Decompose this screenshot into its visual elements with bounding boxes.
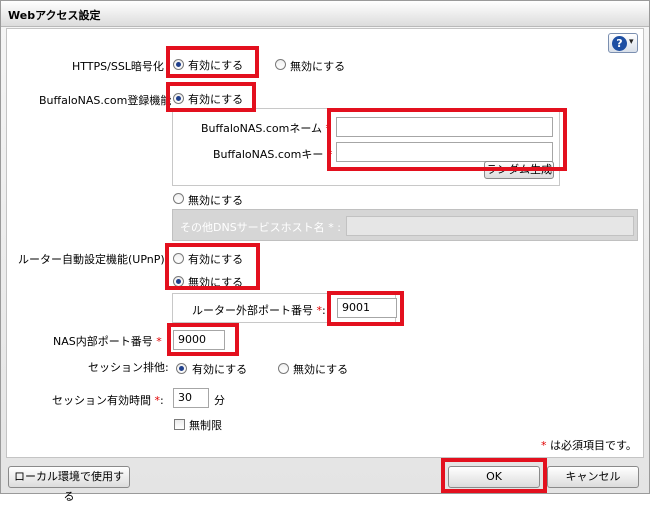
https-label: HTTPS/SSL暗号化 bbox=[72, 60, 164, 73]
nas-port-label: NAS内部ポート番号 * bbox=[53, 335, 162, 348]
titlebar: Webアクセス設定 bbox=[1, 1, 649, 27]
buffalonas-label: BuffaloNAS.com登録機能 bbox=[39, 94, 172, 107]
unlimited-checkbox[interactable] bbox=[174, 419, 185, 430]
external-port-input[interactable]: 9001 bbox=[337, 298, 397, 318]
external-port-label: ルーター外部ポート番号 *: bbox=[192, 304, 326, 317]
upnp-label: ルーター自動設定機能(UPnP) bbox=[18, 253, 165, 266]
other-dns-input[interactable] bbox=[346, 216, 634, 236]
random-key-button[interactable]: ランダム生成 bbox=[484, 161, 554, 179]
dialog-title: Webアクセス設定 bbox=[8, 9, 101, 22]
buffalonas-enable-label[interactable]: 有効にする bbox=[188, 91, 243, 107]
https-disable-label[interactable]: 無効にする bbox=[290, 58, 345, 74]
buffalonas-name-input[interactable] bbox=[336, 117, 553, 137]
cancel-button[interactable]: キャンセル bbox=[547, 466, 639, 488]
upnp-enable-radio[interactable] bbox=[173, 253, 184, 264]
chevron-down-icon: ▾ bbox=[629, 37, 634, 47]
help-menu-button[interactable]: ? ▾ bbox=[608, 33, 638, 53]
upnp-enable-label[interactable]: 有効にする bbox=[188, 251, 243, 267]
web-access-dialog: Webアクセス設定 bbox=[0, 0, 650, 494]
session-timeout-unit: 分 bbox=[214, 394, 225, 407]
session-exclusive-disable-radio[interactable] bbox=[278, 363, 289, 374]
session-exclusive-disable-label[interactable]: 無効にする bbox=[293, 361, 348, 377]
buffalonas-name-label: BuffaloNAS.comネーム * bbox=[201, 122, 332, 135]
session-exclusive-enable-radio[interactable] bbox=[176, 363, 187, 374]
upnp-disable-radio[interactable] bbox=[173, 276, 184, 287]
unlimited-label[interactable]: 無制限 bbox=[189, 417, 222, 433]
session-timeout-input[interactable]: 30 bbox=[173, 388, 209, 408]
https-enable-radio[interactable] bbox=[173, 59, 184, 70]
use-local-environment-button[interactable]: ローカル環境で使用する bbox=[8, 466, 130, 503]
help-icon: ? bbox=[612, 36, 627, 51]
buffalonas-disable-label[interactable]: 無効にする bbox=[188, 192, 243, 208]
buffalonas-key-input[interactable] bbox=[336, 142, 553, 162]
session-exclusive-label: セッション排他: bbox=[88, 361, 169, 374]
session-timeout-label: セッション有効時間 *: bbox=[52, 394, 164, 407]
nas-port-input[interactable]: 9000 bbox=[173, 330, 225, 350]
https-enable-label[interactable]: 有効にする bbox=[188, 57, 243, 73]
https-disable-radio[interactable] bbox=[275, 59, 286, 70]
other-dns-label: その他DNSサービスホスト名 * : bbox=[180, 221, 341, 234]
buffalonas-disable-radio[interactable] bbox=[173, 193, 184, 204]
buffalonas-enable-radio[interactable] bbox=[173, 93, 184, 104]
session-exclusive-enable-label[interactable]: 有効にする bbox=[192, 361, 247, 377]
buffalonas-key-label: BuffaloNAS.comキー * bbox=[213, 148, 333, 161]
upnp-disable-label[interactable]: 無効にする bbox=[188, 274, 243, 290]
ok-button[interactable]: OK bbox=[448, 466, 540, 488]
required-note: * は必須項目です。 bbox=[541, 439, 637, 452]
